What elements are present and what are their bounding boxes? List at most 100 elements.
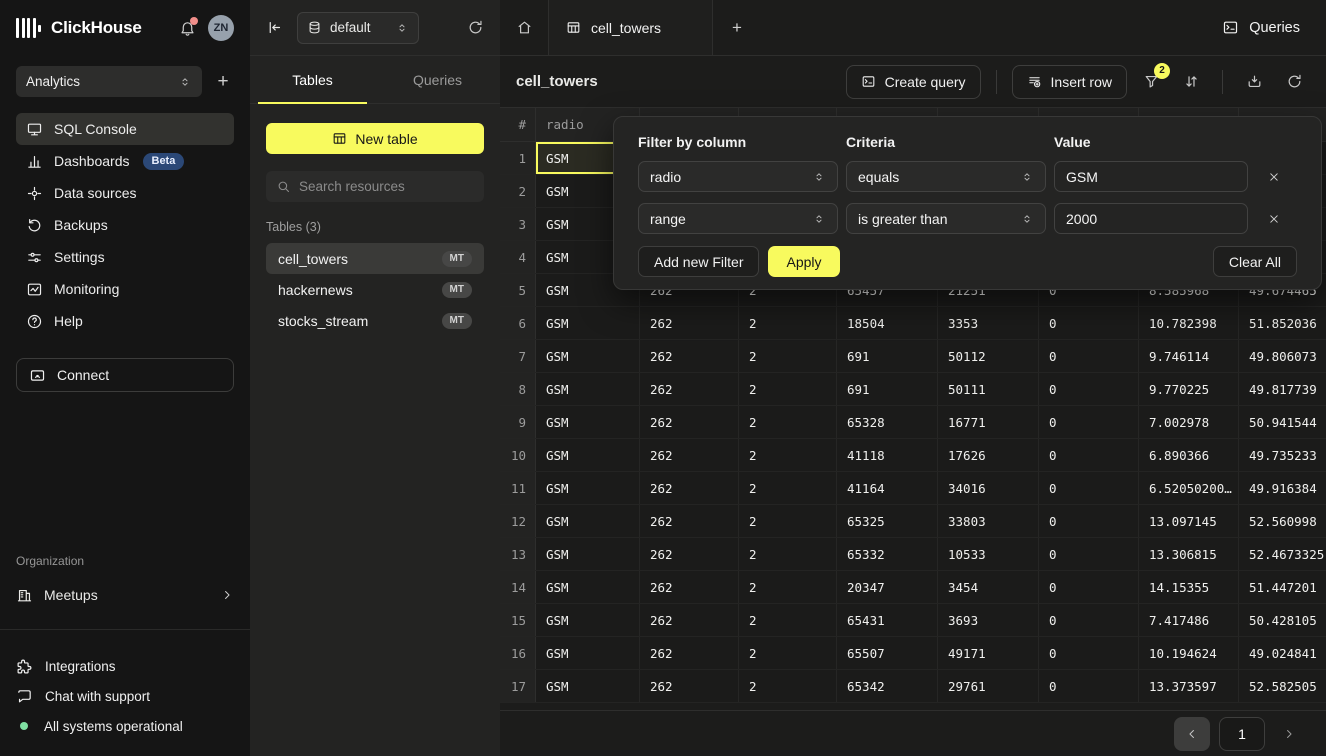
table-cell[interactable]: 2 [739, 670, 837, 702]
table-cell[interactable]: 49.806073 [1239, 340, 1326, 372]
workspace-select[interactable]: Analytics [16, 66, 202, 97]
table-cell[interactable]: GSM [536, 439, 640, 471]
sidebar-item-help[interactable]: Help [16, 305, 234, 337]
table-cell[interactable]: 10.782398 [1139, 307, 1239, 339]
new-table-button[interactable]: New table [266, 123, 484, 154]
table-cell[interactable]: 691 [837, 373, 938, 405]
table-cell[interactable]: 49.735233 [1239, 439, 1326, 471]
table-cell[interactable]: 262 [640, 571, 739, 603]
table-cell[interactable]: 16771 [938, 406, 1039, 438]
table-list-item-stocks-stream[interactable]: stocks_streamMT [266, 305, 484, 336]
table-cell[interactable]: 0 [1039, 538, 1139, 570]
filter-criteria-select[interactable]: is greater than [846, 203, 1046, 234]
collapse-panel-icon[interactable] [266, 19, 283, 36]
table-cell[interactable]: 7.417486 [1139, 604, 1239, 636]
table-cell[interactable]: 262 [640, 373, 739, 405]
filter-button[interactable]: 2 [1135, 65, 1167, 99]
table-cell[interactable]: 33803 [938, 505, 1039, 537]
table-cell[interactable]: 2 [739, 604, 837, 636]
table-cell[interactable]: 2 [739, 637, 837, 669]
table-cell[interactable]: 0 [1039, 307, 1139, 339]
table-cell[interactable]: 51.447201 [1239, 571, 1326, 603]
table-cell[interactable]: 50.941544 [1239, 406, 1326, 438]
sidebar-item-data-sources[interactable]: Data sources [16, 177, 234, 209]
table-cell[interactable]: 2 [739, 571, 837, 603]
clear-all-filters-button[interactable]: Clear All [1213, 246, 1297, 277]
table-cell[interactable]: 65342 [837, 670, 938, 702]
table-cell[interactable]: 65507 [837, 637, 938, 669]
table-cell[interactable]: 0 [1039, 637, 1139, 669]
table-list-item-cell-towers[interactable]: cell_towersMT [266, 243, 484, 274]
table-cell[interactable]: 50111 [938, 373, 1039, 405]
table-cell[interactable]: 29761 [938, 670, 1039, 702]
table-cell[interactable]: GSM [536, 340, 640, 372]
table-cell[interactable]: 52.582505 [1239, 670, 1326, 702]
table-cell[interactable]: 2 [739, 373, 837, 405]
filter-column-select[interactable]: range [638, 203, 838, 234]
page-number[interactable]: 1 [1219, 717, 1265, 751]
table-cell[interactable]: GSM [536, 406, 640, 438]
tab-tables[interactable]: Tables [250, 56, 375, 103]
table-cell[interactable]: GSM [536, 604, 640, 636]
apply-filter-button[interactable]: Apply [768, 246, 839, 277]
table-cell[interactable]: 49.024841 [1239, 637, 1326, 669]
table-cell[interactable]: 262 [640, 472, 739, 504]
queries-button[interactable]: Queries [1222, 19, 1300, 36]
table-cell[interactable]: 2 [739, 505, 837, 537]
sidebar-item-all-systems-operational[interactable]: All systems operational [16, 711, 234, 741]
table-cell[interactable]: 65431 [837, 604, 938, 636]
avatar[interactable]: ZN [208, 15, 234, 41]
table-cell[interactable]: 13.306815 [1139, 538, 1239, 570]
filter-criteria-select[interactable]: equals [846, 161, 1046, 192]
table-cell[interactable]: 10.194624 [1139, 637, 1239, 669]
search-input[interactable] [299, 179, 476, 194]
table-cell[interactable]: 17626 [938, 439, 1039, 471]
table-cell[interactable]: 2 [739, 472, 837, 504]
table-cell[interactable]: 65332 [837, 538, 938, 570]
new-tab-button[interactable]: + [713, 0, 761, 55]
table-cell[interactable]: 3693 [938, 604, 1039, 636]
table-cell[interactable]: 7.002978 [1139, 406, 1239, 438]
table-cell[interactable]: 262 [640, 538, 739, 570]
table-cell[interactable]: 51.852036 [1239, 307, 1326, 339]
sidebar-item-settings[interactable]: Settings [16, 241, 234, 273]
table-cell[interactable]: 65328 [837, 406, 938, 438]
table-cell[interactable]: 2 [739, 406, 837, 438]
table-cell[interactable]: 2 [739, 538, 837, 570]
table-cell[interactable]: 41164 [837, 472, 938, 504]
table-cell[interactable]: 262 [640, 670, 739, 702]
remove-filter-button[interactable] [1256, 212, 1291, 226]
table-cell[interactable]: 0 [1039, 340, 1139, 372]
table-cell[interactable]: 262 [640, 505, 739, 537]
table-cell[interactable]: 262 [640, 307, 739, 339]
sort-button[interactable] [1175, 65, 1207, 99]
table-cell[interactable]: GSM [536, 571, 640, 603]
table-cell[interactable]: 2 [739, 307, 837, 339]
refresh-button[interactable] [1278, 65, 1310, 99]
table-cell[interactable]: GSM [536, 637, 640, 669]
table-cell[interactable]: 18504 [837, 307, 938, 339]
table-cell[interactable]: 2 [739, 340, 837, 372]
table-cell[interactable]: 0 [1039, 670, 1139, 702]
table-cell[interactable]: GSM [536, 472, 640, 504]
add-new-filter-button[interactable]: Add new Filter [638, 246, 759, 277]
sidebar-item-dashboards[interactable]: DashboardsBeta [16, 145, 234, 177]
table-cell[interactable]: 262 [640, 604, 739, 636]
tab-queries[interactable]: Queries [375, 56, 500, 103]
table-cell[interactable]: 0 [1039, 406, 1139, 438]
table-cell[interactable]: 41118 [837, 439, 938, 471]
table-cell[interactable]: 0 [1039, 505, 1139, 537]
table-cell[interactable]: 262 [640, 340, 739, 372]
sidebar-item-sql-console[interactable]: SQL Console [16, 113, 234, 145]
filter-column-select[interactable]: radio [638, 161, 838, 192]
table-cell[interactable]: 2 [739, 439, 837, 471]
remove-filter-button[interactable] [1256, 170, 1291, 184]
table-cell[interactable]: GSM [536, 373, 640, 405]
table-cell[interactable]: 9.746114 [1139, 340, 1239, 372]
table-cell[interactable]: 691 [837, 340, 938, 372]
table-cell[interactable]: 6.52050200… [1139, 472, 1239, 504]
table-cell[interactable]: 49.817739 [1239, 373, 1326, 405]
insert-row-button[interactable]: Insert row [1012, 65, 1127, 99]
table-cell[interactable]: 50112 [938, 340, 1039, 372]
sidebar-item-meetups[interactable]: Meetups [16, 580, 234, 610]
